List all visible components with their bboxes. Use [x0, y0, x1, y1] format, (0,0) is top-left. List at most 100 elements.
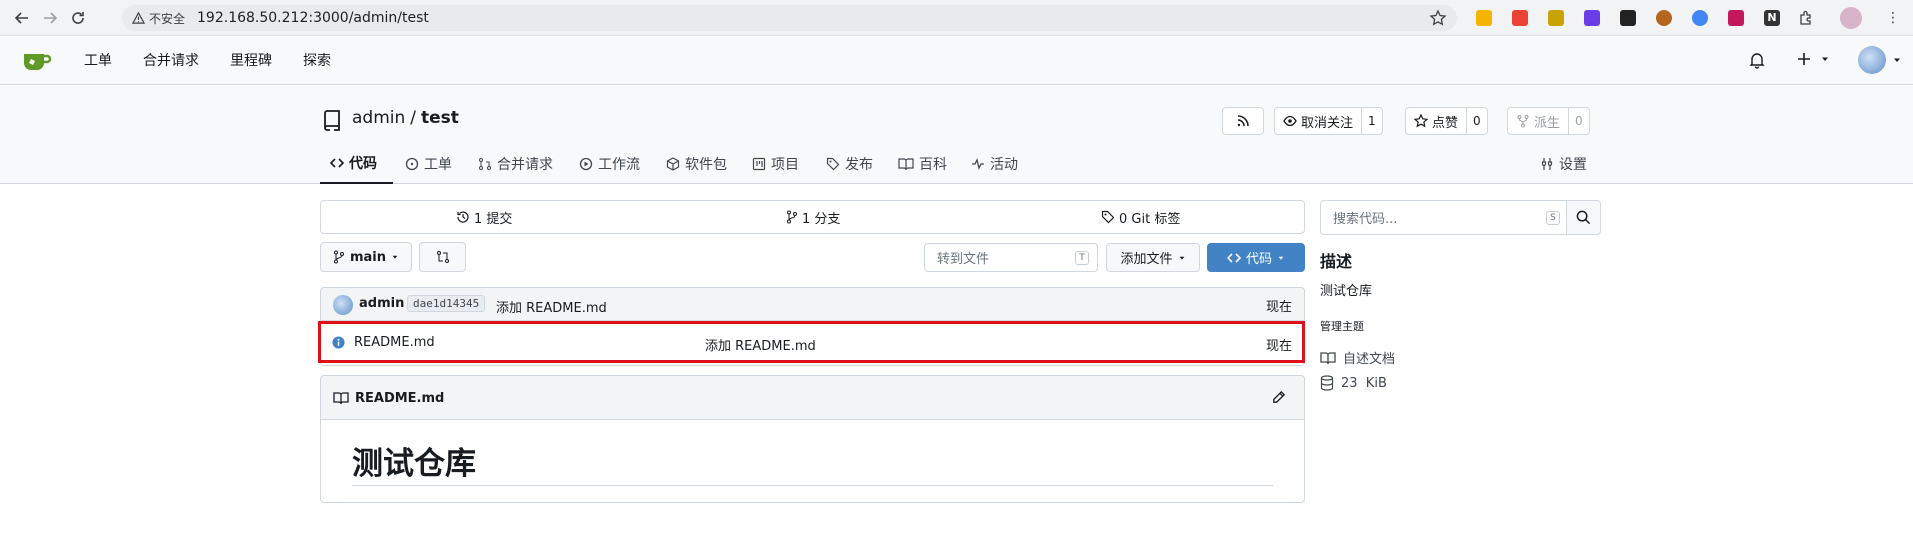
- tab-packages[interactable]: 软件包: [666, 144, 727, 184]
- compare-button[interactable]: [419, 242, 466, 272]
- reload-icon[interactable]: [68, 8, 88, 28]
- repo-name-link[interactable]: test: [421, 108, 459, 128]
- git-compare-icon: [436, 251, 449, 263]
- package-icon: [666, 157, 680, 171]
- commits-count: 1 提交: [474, 211, 513, 227]
- address-bar[interactable]: 不安全 192.168.50.212:3000/admin/test: [122, 5, 1457, 31]
- extension-icon[interactable]: [1476, 10, 1492, 26]
- tab-releases[interactable]: 发布: [826, 144, 873, 184]
- star-count[interactable]: 0: [1466, 108, 1487, 134]
- readme-heading: 测试仓库: [352, 446, 476, 482]
- readme-header: README.md: [321, 376, 1304, 420]
- readme-filename[interactable]: README.md: [355, 391, 444, 406]
- repo-icon: [322, 110, 342, 132]
- rss-button[interactable]: [1222, 107, 1264, 135]
- notion-extension-icon[interactable]: N: [1764, 10, 1780, 26]
- file-name[interactable]: README.md: [354, 335, 435, 350]
- extension-icon[interactable]: [1728, 10, 1744, 26]
- manage-topics-link[interactable]: 管理主题: [1320, 318, 1364, 334]
- create-new-menu[interactable]: [1796, 51, 1830, 67]
- extension-icon[interactable]: [1692, 10, 1708, 26]
- tab-code[interactable]: 代码: [320, 144, 393, 184]
- tab-label: 活动: [990, 157, 1018, 173]
- branches-stat[interactable]: 1 分支: [786, 201, 840, 233]
- file-commit-time: 现在: [1265, 339, 1292, 354]
- file-list: admin dae1d14345 添加 README.md 现在 README.…: [320, 287, 1305, 366]
- watch-count[interactable]: 1: [1361, 108, 1382, 134]
- repo-size[interactable]: 23 KiB: [1320, 375, 1387, 391]
- tab-activity[interactable]: 活动: [971, 144, 1018, 184]
- goto-file-input[interactable]: 转到文件 T: [924, 243, 1098, 272]
- tag-icon: [826, 157, 840, 171]
- readme-link[interactable]: 自述文档: [1320, 348, 1395, 367]
- commit-message[interactable]: 添加 README.md: [496, 297, 607, 316]
- security-indicator[interactable]: 不安全: [132, 10, 185, 27]
- latest-commit-row: admin dae1d14345 添加 README.md 现在: [321, 288, 1304, 321]
- fork-count[interactable]: 0: [1568, 108, 1589, 134]
- nav-milestones[interactable]: 里程碑: [230, 37, 272, 85]
- fork-button[interactable]: 派生 0: [1507, 107, 1590, 135]
- readme-box: README.md 测试仓库: [320, 375, 1305, 503]
- star-button[interactable]: 点赞 0: [1405, 107, 1488, 135]
- extension-icon[interactable]: [1548, 10, 1564, 26]
- url-text: 192.168.50.212:3000/admin/test: [197, 10, 429, 26]
- repo-title-separator: /: [410, 108, 417, 128]
- clone-code-button[interactable]: 代码: [1207, 243, 1305, 272]
- gitea-logo-icon[interactable]: [22, 49, 52, 73]
- browser-menu-icon[interactable]: ⋮: [1886, 10, 1900, 26]
- tab-actions[interactable]: 工作流: [579, 144, 640, 184]
- file-commit-message[interactable]: 添加 README.md: [705, 335, 816, 354]
- unwatch-button[interactable]: 取消关注 1: [1274, 107, 1383, 135]
- tools-icon: [1541, 158, 1553, 170]
- tab-pull-requests[interactable]: 合并请求: [478, 144, 553, 184]
- nav-issues[interactable]: 工单: [84, 37, 112, 85]
- branch-selector[interactable]: main: [320, 242, 412, 272]
- readme-link-label: 自述文档: [1343, 352, 1396, 367]
- repo-owner-link[interactable]: admin: [352, 108, 405, 128]
- search-shortcut: S: [1546, 210, 1560, 225]
- search-icon: [1576, 210, 1591, 225]
- add-file-button[interactable]: 添加文件: [1106, 243, 1200, 272]
- history-icon: [457, 211, 469, 223]
- forward-icon[interactable]: [40, 8, 60, 28]
- repo-description: 测试仓库: [1320, 284, 1373, 299]
- nav-explore[interactable]: 探索: [303, 37, 331, 85]
- author-avatar[interactable]: [333, 295, 353, 315]
- chevron-down-icon: [392, 255, 398, 259]
- commits-stat[interactable]: 1 提交: [456, 201, 512, 233]
- repo-header: admin / test 取消关注 1 点赞 0 派生 0 代码 工单 合并请求…: [0, 86, 1913, 184]
- extension-icon[interactable]: [1620, 10, 1636, 26]
- nav-pull-requests[interactable]: 合并请求: [143, 37, 199, 85]
- profile-avatar[interactable]: [1840, 7, 1862, 29]
- tab-wiki[interactable]: 百科: [898, 144, 947, 184]
- commit-author[interactable]: admin: [359, 296, 404, 311]
- extension-icon[interactable]: [1656, 10, 1672, 26]
- branches-count: 1 分支: [802, 211, 841, 227]
- tags-stat[interactable]: 0 Git 标签: [1101, 201, 1180, 233]
- tag-icon: [1101, 210, 1115, 224]
- edit-pencil-icon[interactable]: [1271, 390, 1286, 405]
- repo-size-label: 23 KiB: [1341, 375, 1387, 391]
- add-file-label: 添加文件: [1120, 252, 1173, 267]
- user-menu[interactable]: [1858, 46, 1902, 74]
- bell-icon[interactable]: [1748, 51, 1766, 69]
- bookmark-star-icon[interactable]: [1429, 9, 1447, 27]
- insecure-label: 不安全: [149, 11, 186, 26]
- tab-settings[interactable]: 设置: [1540, 144, 1587, 184]
- issue-opened-icon: [405, 157, 419, 171]
- tab-issues[interactable]: 工单: [405, 144, 452, 184]
- goto-file-placeholder: 转到文件: [937, 252, 990, 267]
- extension-icon[interactable]: [1584, 10, 1600, 26]
- table-row[interactable]: README.md 添加 README.md 现在: [321, 321, 1304, 365]
- extension-icon[interactable]: [1512, 10, 1528, 26]
- tab-label: 工作流: [598, 157, 640, 173]
- branch-name: main: [349, 249, 387, 265]
- search-button[interactable]: [1566, 201, 1600, 234]
- commit-sha[interactable]: dae1d14345: [407, 295, 486, 312]
- extensions-puzzle-icon[interactable]: [1798, 9, 1816, 27]
- tab-projects[interactable]: 项目: [752, 144, 799, 184]
- back-icon[interactable]: [12, 8, 32, 28]
- tab-label: 代码: [349, 156, 377, 172]
- tags-count: 0 Git 标签: [1119, 211, 1181, 227]
- code-search-input[interactable]: 搜索代码... S: [1321, 201, 1566, 234]
